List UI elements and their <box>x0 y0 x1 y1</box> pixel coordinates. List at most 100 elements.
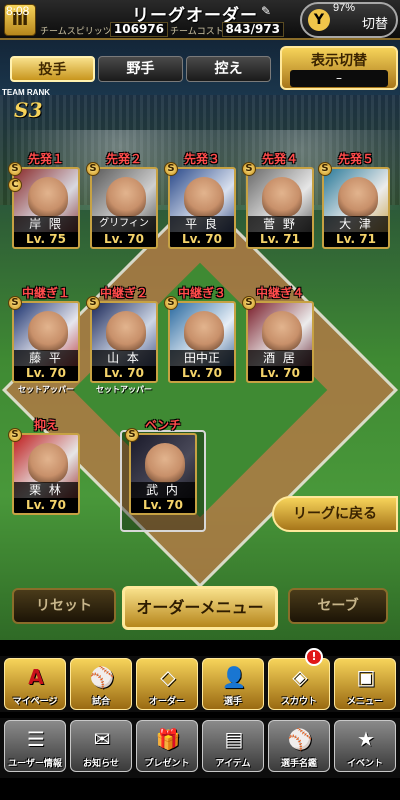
player-card[interactable]: 栗 林 Lv. 70 <box>12 433 80 515</box>
player-role: セットアッパー <box>18 385 74 394</box>
player-level: Lv. 75 <box>14 232 78 247</box>
display-switch-button[interactable]: 表示切替 – <box>280 46 398 90</box>
player-card[interactable]: 岸 隈 Lv. 75 <box>12 167 80 249</box>
rank-s-badge: S <box>242 296 256 310</box>
player-level: Lv. 71 <box>324 232 388 247</box>
player-name: 山 本 <box>92 350 156 366</box>
back-to-league-button[interactable]: リーグに戻る <box>272 496 398 532</box>
nav-label: 試合 <box>91 697 110 707</box>
player-card[interactable]: 藤 平 Lv. 70 <box>12 301 80 383</box>
player-card[interactable]: グリフィン Lv. 70 <box>90 167 158 249</box>
item-icon: ▤ <box>224 727 244 751</box>
edit-icon[interactable]: ✎ <box>261 4 271 18</box>
slot-label: 抑え <box>33 418 58 432</box>
nav-present[interactable]: 🎁 プレゼント <box>136 720 198 772</box>
team-rank-label: TEAM RANK <box>2 88 50 97</box>
nav-label: マイページ <box>12 697 58 707</box>
player-photo <box>106 177 146 217</box>
player-photo <box>184 177 224 217</box>
player-name: 平 良 <box>170 216 234 232</box>
player-name: 岸 隈 <box>14 216 78 232</box>
player-photo <box>106 311 146 351</box>
player-level: Lv. 70 <box>14 366 78 381</box>
nav-user-info[interactable]: ☰ ユーザー情報 <box>4 720 66 772</box>
player-photo <box>262 177 302 217</box>
player-name: 栗 林 <box>14 482 78 498</box>
nav-event[interactable]: ★ イベント <box>334 720 396 772</box>
player-photo <box>28 311 68 351</box>
nav-item[interactable]: ▤ アイテム <box>202 720 264 772</box>
tab-reserve[interactable]: 控え <box>186 56 271 82</box>
nav-label: ユーザー情報 <box>8 759 62 769</box>
slot-label: 先発１ <box>27 152 64 166</box>
slot-label: ベンチ <box>144 418 181 432</box>
player-photo <box>262 311 302 351</box>
player-name: 大 津 <box>324 216 388 232</box>
display-switch-title: 表示切替 <box>311 53 367 69</box>
nav-label: 選手名鑑 <box>280 759 317 769</box>
player-name: 田中正 <box>170 350 234 366</box>
rank-s-badge: S <box>164 162 178 176</box>
rank-s-badge: S <box>86 296 100 310</box>
player-icon: 👤 <box>221 665 247 689</box>
slot-label: 中継ぎ１ <box>21 286 70 300</box>
scout-notification-badge: ! <box>305 648 323 666</box>
nav-news[interactable]: ✉ お知らせ <box>70 720 132 772</box>
player-name: 武 内 <box>131 482 195 498</box>
player-card[interactable]: 田中正 Lv. 70 <box>168 301 236 383</box>
player-card[interactable]: 酒 居 Lv. 70 <box>246 301 314 383</box>
tab-fielder[interactable]: 野手 <box>98 56 183 82</box>
nav-label: イベント <box>346 759 383 769</box>
rank-s-badge: S <box>8 162 22 176</box>
stadium-icon: ⚾ <box>89 665 115 689</box>
player-level: Lv. 70 <box>248 366 312 381</box>
player-level: Lv. 70 <box>92 366 156 381</box>
order-menu-button[interactable]: オーダーメニュー <box>122 586 278 630</box>
slot-label: 先発２ <box>105 152 142 166</box>
gift-icon: 🎁 <box>155 727 181 751</box>
player-level: Lv. 70 <box>170 366 234 381</box>
secondary-nav: ☰ ユーザー情報 ✉ お知らせ 🎁 プレゼント ▤ アイテム ⚾ 選手名鑑 ★ … <box>0 718 400 778</box>
battery-indicator: 97% <box>333 2 356 14</box>
nav-label: プレゼント <box>144 759 190 769</box>
player-photo <box>145 443 185 483</box>
nav-menu[interactable]: ▣ メニュー <box>334 658 396 710</box>
nav-mypage[interactable]: A マイページ <box>4 658 66 710</box>
team-cost-value: 843/973 <box>222 22 284 37</box>
user-info-icon: ☰ <box>27 727 45 751</box>
player-photo <box>28 177 68 217</box>
tab-pitcher[interactable]: 投手 <box>10 56 95 82</box>
switch-icon: Y <box>308 9 330 31</box>
save-button[interactable]: セーブ <box>288 588 388 624</box>
rank-s-badge: S <box>242 162 256 176</box>
slot-label: 先発５ <box>337 152 374 166</box>
nav-scout[interactable]: ◈ スカウト <box>268 658 330 710</box>
player-level: Lv. 70 <box>14 498 78 513</box>
nav-player-directory[interactable]: ⚾ 選手名鑑 <box>268 720 330 772</box>
player-card[interactable]: 武 内 Lv. 70 <box>129 433 197 515</box>
team-spirit-value: 106976 <box>110 22 168 37</box>
rank-s-badge: S <box>8 296 22 310</box>
nav-players[interactable]: 👤 選手 <box>202 658 264 710</box>
slot-label: 中継ぎ４ <box>255 286 304 300</box>
player-card[interactable]: 菅 野 Lv. 71 <box>246 167 314 249</box>
player-card[interactable]: 大 津 Lv. 71 <box>322 167 390 249</box>
player-card[interactable]: 平 良 Lv. 70 <box>168 167 236 249</box>
reset-button[interactable]: リセット <box>12 588 116 624</box>
primary-nav: A マイページ ⚾ 試合 ◇ オーダー 👤 選手 ◈ スカウト ▣ メニュー <box>0 656 400 712</box>
slot-label: 先発３ <box>183 152 220 166</box>
display-switch-value: – <box>290 70 388 87</box>
player-level: Lv. 70 <box>170 232 234 247</box>
rank-s-badge: S <box>164 296 178 310</box>
mypage-icon: A <box>28 665 44 689</box>
team-spirit-label: チームスピリッツ <box>40 27 112 37</box>
player-card[interactable]: 山 本 Lv. 70 <box>90 301 158 383</box>
slot-label: 中継ぎ２ <box>99 286 148 300</box>
player-level: Lv. 71 <box>248 232 312 247</box>
nav-label: スカウト <box>280 697 317 707</box>
nav-game[interactable]: ⚾ 試合 <box>70 658 132 710</box>
player-level: Lv. 70 <box>131 498 195 513</box>
rank-s-badge: S <box>125 428 139 442</box>
nav-order[interactable]: ◇ オーダー <box>136 658 198 710</box>
player-photo <box>184 311 224 351</box>
